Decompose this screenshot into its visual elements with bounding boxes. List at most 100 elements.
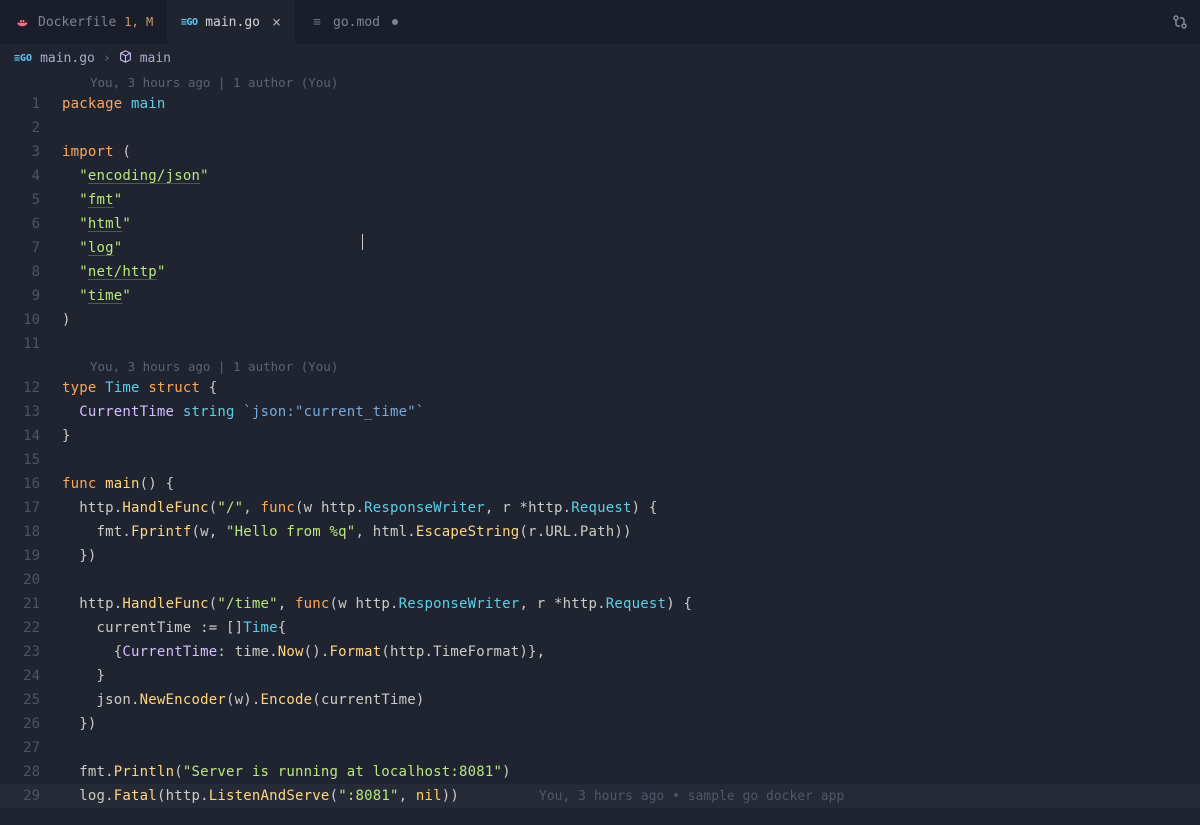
go-file-icon: ≡GO [14,53,32,64]
line-number: 25 [0,692,62,708]
line-number: 8 [0,264,62,280]
code-content: "time" [62,288,131,304]
line-number: 9 [0,288,62,304]
code-line[interactable]: 25 json.NewEncoder(w).Encode(currentTime… [0,688,1200,712]
text-cursor-icon [362,234,363,250]
code-line[interactable]: 27 [0,736,1200,760]
chevron-right-icon: › [103,51,111,66]
code-content: "html" [62,216,131,232]
code-line[interactable]: 20 [0,568,1200,592]
code-line[interactable]: 12type Time struct { [0,376,1200,400]
code-line[interactable]: 22 currentTime := []Time{ [0,616,1200,640]
code-content: CurrentTime string `json:"current_time"` [62,404,424,420]
line-number: 17 [0,500,62,516]
line-number: 18 [0,524,62,540]
code-content: func main() { [62,476,174,492]
line-number: 12 [0,380,62,396]
code-content: ) [62,312,71,328]
mod-file-icon: ≡ [309,14,325,30]
line-number: 20 [0,572,62,588]
tab-label: Dockerfile [38,15,116,30]
line-number: 11 [0,336,62,352]
tab-main-go[interactable]: ≡GO main.go × [167,0,295,44]
code-content: package main [62,96,166,112]
code-content: }) [62,716,97,732]
code-content: "encoding/json" [62,168,209,184]
code-line[interactable]: 18 fmt.Fprintf(w, "Hello from %q", html.… [0,520,1200,544]
line-number: 26 [0,716,62,732]
code-line[interactable]: 19 }) [0,544,1200,568]
code-content: fmt.Println("Server is running at localh… [62,764,511,780]
code-content: import ( [62,144,131,160]
line-number: 22 [0,620,62,636]
code-content: fmt.Fprintf(w, "Hello from %q", html.Esc… [62,524,632,540]
tab-label: go.mod [333,15,380,30]
line-number: 6 [0,216,62,232]
line-number: 21 [0,596,62,612]
line-number: 5 [0,192,62,208]
code-content: currentTime := []Time{ [62,620,286,636]
code-editor[interactable]: You, 3 hours ago | 1 author (You)1packag… [0,72,1200,808]
code-line[interactable]: 6 "html" [0,212,1200,236]
code-line[interactable]: 13 CurrentTime string `json:"current_tim… [0,400,1200,424]
code-line[interactable]: 15 [0,448,1200,472]
code-line[interactable]: 7 "log" [0,236,1200,260]
code-line[interactable]: 23 {CurrentTime: time.Now().Format(http.… [0,640,1200,664]
code-content: log.Fatal(http.ListenAndServe(":8081", n… [62,788,459,804]
package-icon [119,50,132,67]
tab-go-mod[interactable]: ≡ go.mod [295,0,412,44]
code-line[interactable]: 21 http.HandleFunc("/time", func(w http.… [0,592,1200,616]
line-number: 7 [0,240,62,256]
code-line[interactable]: 1package main [0,92,1200,116]
code-line[interactable]: 28 fmt.Println("Server is running at loc… [0,760,1200,784]
line-number: 3 [0,144,62,160]
tab-label: main.go [205,15,260,30]
codelens-blame[interactable]: You, 3 hours ago | 1 author (You) [0,72,1200,92]
code-line[interactable]: 9 "time" [0,284,1200,308]
codelens-blame[interactable]: You, 3 hours ago | 1 author (You) [0,356,1200,376]
line-number: 2 [0,120,62,136]
line-number: 4 [0,168,62,184]
code-line[interactable]: 24 } [0,664,1200,688]
code-line[interactable]: 10) [0,308,1200,332]
code-line[interactable]: 26 }) [0,712,1200,736]
git-compare-icon[interactable] [1172,0,1188,44]
line-number: 14 [0,428,62,444]
dirty-dot-icon [392,19,398,25]
code-line[interactable]: 8 "net/http" [0,260,1200,284]
tab-Dockerfile[interactable]: Dockerfile 1, M [0,0,167,44]
code-line[interactable]: 2 [0,116,1200,140]
breadcrumb[interactable]: ≡GO main.go › main [0,44,1200,72]
go-file-icon: ≡GO [181,14,197,30]
tab-modified-badge: 1, M [124,15,153,29]
code-line[interactable]: 14} [0,424,1200,448]
line-number: 15 [0,452,62,468]
close-icon[interactable]: × [272,13,281,31]
line-number: 23 [0,644,62,660]
line-number: 16 [0,476,62,492]
docker-icon [14,14,30,30]
line-number: 28 [0,764,62,780]
code-line[interactable]: 3import ( [0,140,1200,164]
code-line[interactable]: 5 "fmt" [0,188,1200,212]
code-line[interactable]: 4 "encoding/json" [0,164,1200,188]
line-number: 10 [0,312,62,328]
line-number: 29 [0,788,62,804]
line-number: 13 [0,404,62,420]
code-content: http.HandleFunc("/", func(w http.Respons… [62,500,658,516]
code-content: } [62,428,71,444]
inline-blame: You, 3 hours ago • sample go docker app [539,789,844,804]
breadcrumb-file: main.go [40,51,95,66]
code-content: json.NewEncoder(w).Encode(currentTime) [62,692,425,708]
code-line[interactable]: 11 [0,332,1200,356]
line-number: 19 [0,548,62,564]
tab-bar: Dockerfile 1, M ≡GO main.go × ≡ go.mod [0,0,1200,44]
breadcrumb-symbol: main [140,51,171,66]
code-line[interactable]: 17 http.HandleFunc("/", func(w http.Resp… [0,496,1200,520]
code-line[interactable]: 29 log.Fatal(http.ListenAndServe(":8081"… [0,784,1200,808]
code-content: http.HandleFunc("/time", func(w http.Res… [62,596,692,612]
code-content: } [62,668,105,684]
code-line[interactable]: 16func main() { [0,472,1200,496]
code-content: "net/http" [62,264,166,280]
code-content: type Time struct { [62,380,217,396]
